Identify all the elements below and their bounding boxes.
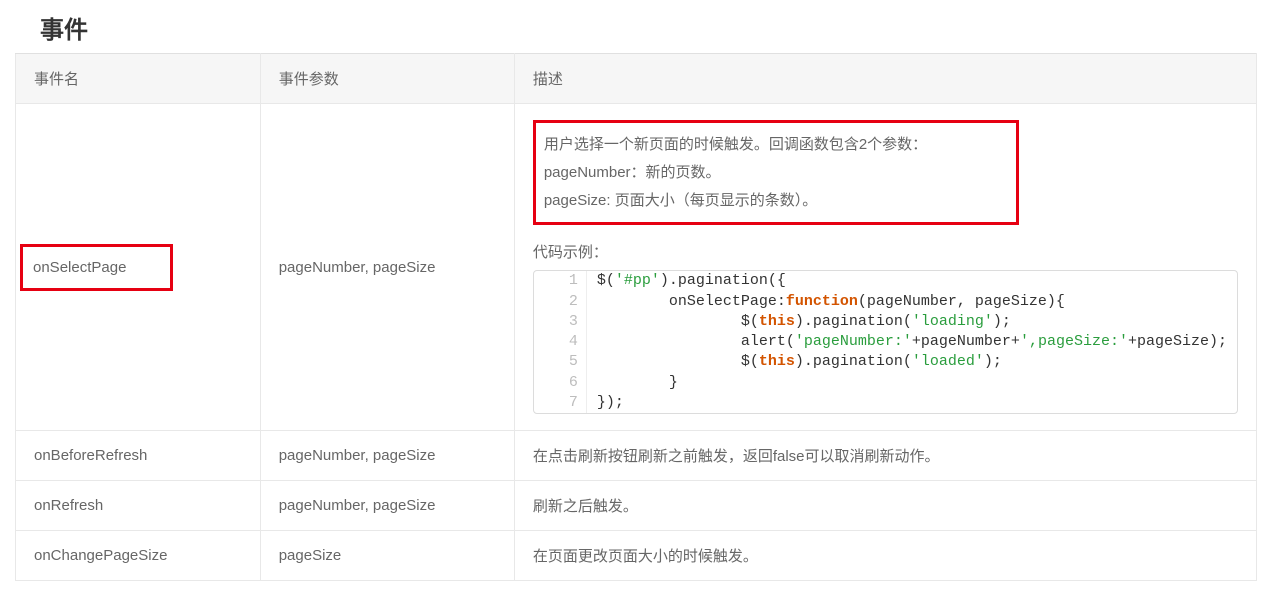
code-line: alert('pageNumber:'+pageNumber+',pageSiz… <box>587 332 1237 352</box>
table-row: onRefresh pageNumber, pageSize 刷新之后触发。 <box>16 481 1257 531</box>
code-line: $('#pp').pagination({ <box>587 271 796 291</box>
line-number: 2 <box>534 292 587 312</box>
table-header-row: 事件名 事件参数 描述 <box>16 54 1257 104</box>
event-desc-cell: 在页面更改页面大小的时候触发。 <box>514 531 1256 581</box>
code-example-label: 代码示例： <box>533 241 1238 262</box>
line-number: 1 <box>534 271 587 291</box>
table-row: onSelectPage pageNumber, pageSize 用户选择一个… <box>16 104 1257 431</box>
code-line: onSelectPage:function(pageNumber, pageSi… <box>587 292 1075 312</box>
code-block: 1$('#pp').pagination({ 2 onSelectPage:fu… <box>533 270 1238 414</box>
code-line: } <box>587 373 688 393</box>
line-number: 3 <box>534 312 587 332</box>
event-desc-cell: 用户选择一个新页面的时候触发。回调函数包含2个参数： pageNumber：新的… <box>514 104 1256 431</box>
line-number: 4 <box>534 332 587 352</box>
event-name-cell: onSelectPage <box>16 104 261 431</box>
highlighted-event-name: onSelectPage <box>20 244 173 291</box>
section-title: 事件 <box>15 10 1257 53</box>
code-line: }); <box>587 393 634 413</box>
line-number: 6 <box>534 373 587 393</box>
desc-line: pageNumber：新的页数。 <box>544 159 1004 187</box>
desc-line: pageSize: 页面大小（每页显示的条数）。 <box>544 187 1004 215</box>
th-event-desc: 描述 <box>514 54 1256 104</box>
code-line: $(this).pagination('loaded'); <box>587 352 1012 372</box>
event-name-cell: onBeforeRefresh <box>16 431 261 481</box>
line-number: 5 <box>534 352 587 372</box>
highlighted-description: 用户选择一个新页面的时候触发。回调函数包含2个参数： pageNumber：新的… <box>533 120 1019 225</box>
line-number: 7 <box>534 393 587 413</box>
event-desc-cell: 刷新之后触发。 <box>514 481 1256 531</box>
th-event-params: 事件参数 <box>260 54 514 104</box>
code-line: $(this).pagination('loading'); <box>587 312 1021 332</box>
table-row: onBeforeRefresh pageNumber, pageSize 在点击… <box>16 431 1257 481</box>
event-params-cell: pageNumber, pageSize <box>260 481 514 531</box>
event-desc-cell: 在点击刷新按钮刷新之前触发，返回false可以取消刷新动作。 <box>514 431 1256 481</box>
th-event-name: 事件名 <box>16 54 261 104</box>
table-row: onChangePageSize pageSize 在页面更改页面大小的时候触发… <box>16 531 1257 581</box>
event-params-cell: pageSize <box>260 531 514 581</box>
event-name-cell: onChangePageSize <box>16 531 261 581</box>
desc-line: 用户选择一个新页面的时候触发。回调函数包含2个参数： <box>544 131 1004 159</box>
event-name-cell: onRefresh <box>16 481 261 531</box>
event-params-cell: pageNumber, pageSize <box>260 431 514 481</box>
events-table: 事件名 事件参数 描述 onSelectPage pageNumber, pag… <box>15 53 1257 581</box>
event-params-cell: pageNumber, pageSize <box>260 104 514 431</box>
